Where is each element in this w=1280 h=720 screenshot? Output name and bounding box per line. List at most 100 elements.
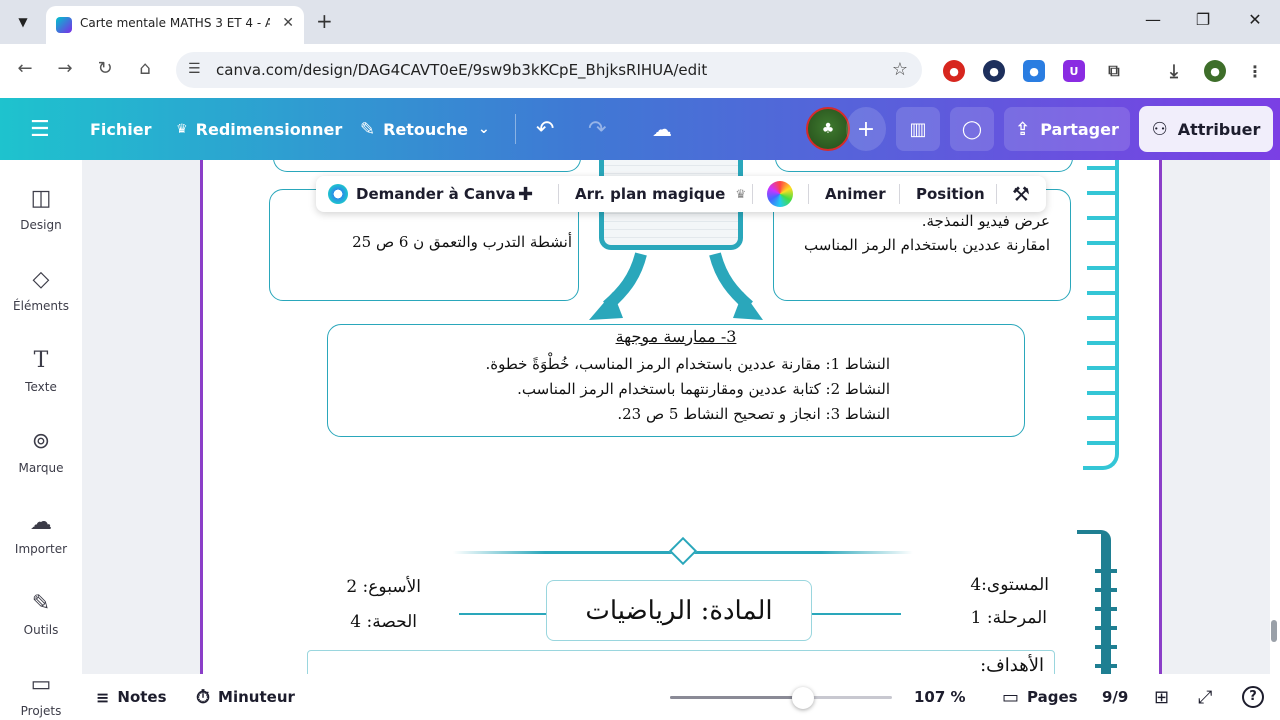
sidebar-item-tools[interactable]: ✎ Outils bbox=[0, 589, 82, 637]
profile-avatar-icon[interactable]: ● bbox=[1204, 60, 1226, 82]
extensions-puzzle-icon[interactable]: ⧉ bbox=[1103, 60, 1125, 82]
back-arrow-icon[interactable]: ← bbox=[12, 58, 38, 79]
sidebar-item-elements[interactable]: ◇ Éléments bbox=[0, 265, 82, 313]
canvas-area: أنشطة التدرب والتعمق ن 6 ص 25 عرض فيديو … bbox=[82, 160, 1270, 680]
shapes-icon: ◇ bbox=[32, 267, 50, 292]
subject-box[interactable]: المادة: الرياضيات bbox=[546, 580, 812, 641]
bottom-bar: ≡ Notes ⏱ Minuteur 107 % ▭ Pages 9/9 ⊞ ⤢… bbox=[82, 674, 1280, 720]
add-collaborator-plus-icon[interactable]: + bbox=[846, 107, 886, 151]
url-bar[interactable]: ☰ canva.com/design/DAG4CAVT0eE/9sw9b3kKC… bbox=[176, 52, 922, 88]
adblock-extension-icon[interactable]: ● bbox=[943, 60, 965, 82]
resize-label: Redimensionner bbox=[195, 119, 343, 139]
extension-shield-icon[interactable]: ● bbox=[983, 60, 1005, 82]
timer-button[interactable]: ⏱ Minuteur bbox=[196, 674, 295, 720]
toolbar-divider bbox=[752, 184, 753, 204]
ask-canva-label: Demander à Canva bbox=[356, 185, 516, 203]
zoom-slider-handle[interactable] bbox=[792, 687, 815, 709]
url-text[interactable]: canva.com/design/DAG4CAVT0eE/9sw9b3kKCpE… bbox=[216, 61, 707, 79]
toolbar-divider bbox=[996, 184, 997, 204]
pages-button[interactable]: ▭ Pages bbox=[1002, 674, 1078, 720]
browser-address-bar: ← → ↻ ⌂ ☰ canva.com/design/DAG4CAVT0eE/9… bbox=[0, 44, 1280, 98]
week-text: الأسبوع: 2 bbox=[346, 577, 421, 597]
magic-background-button[interactable]: Arr. plan magique ♛ bbox=[575, 176, 746, 212]
minimize-icon[interactable]: — bbox=[1138, 10, 1168, 29]
pages-icon: ▭ bbox=[1002, 686, 1020, 708]
close-window-icon[interactable]: ✕ bbox=[1240, 10, 1270, 29]
sidebar-item-brand[interactable]: ⊚ Marque bbox=[0, 427, 82, 475]
forward-arrow-icon[interactable]: → bbox=[52, 58, 78, 79]
color-wheel-icon bbox=[767, 181, 793, 207]
reload-icon[interactable]: ↻ bbox=[92, 58, 118, 79]
guided-practice-title: 3- ممارسة موجهة bbox=[615, 327, 737, 346]
modeling-line-2: امقارنة عددين باستخدام الرمز المناسب bbox=[804, 236, 1050, 254]
tools-icon: ✎ bbox=[31, 591, 51, 616]
comments-icon[interactable]: ◯ bbox=[950, 107, 994, 151]
sidebar-item-design[interactable]: ◫ Design bbox=[0, 184, 82, 232]
pencil-icon: ✎ bbox=[360, 118, 376, 140]
magic-background-label: Arr. plan magique bbox=[575, 185, 726, 203]
design-page[interactable]: أنشطة التدرب والتعمق ن 6 ص 25 عرض فيديو … bbox=[200, 160, 1162, 680]
sidebar-item-label: Texte bbox=[25, 380, 57, 394]
toolbar-divider bbox=[558, 184, 559, 204]
new-tab-plus-icon[interactable]: + bbox=[316, 10, 333, 32]
help-button[interactable]: ? bbox=[1242, 674, 1264, 720]
sidebar-item-upload[interactable]: ☁ Importer bbox=[0, 508, 82, 556]
home-icon[interactable]: ⌂ bbox=[132, 58, 158, 79]
sidebar-item-label: Éléments bbox=[13, 299, 69, 313]
arrows-graphic[interactable] bbox=[583, 248, 783, 328]
guided-practice-box[interactable]: 3- ممارسة موجهة النشاط 1: مقارنة عددين ب… bbox=[327, 324, 1025, 437]
toolbar-divider bbox=[899, 184, 900, 204]
crown-icon: ♛ bbox=[176, 121, 188, 137]
edit-mode-button[interactable]: ✎ Retouche ⌄ bbox=[360, 98, 490, 160]
ask-canva-button[interactable]: Demander à Canva bbox=[328, 176, 516, 212]
page-count[interactable]: 9/9 bbox=[1102, 674, 1128, 720]
user-avatar[interactable]: ♣ bbox=[806, 107, 850, 151]
header-divider bbox=[515, 114, 516, 144]
undo-icon[interactable]: ↶ bbox=[536, 98, 554, 160]
ornament-diamond bbox=[668, 536, 698, 566]
tab-list-chevron-icon[interactable]: ▼ bbox=[10, 9, 36, 35]
resize-button[interactable]: ♛ Redimensionner bbox=[176, 98, 342, 160]
sidebar-item-label: Importer bbox=[14, 542, 68, 556]
extension-record-icon[interactable]: ● bbox=[1023, 60, 1045, 82]
notes-button[interactable]: ≡ Notes bbox=[96, 674, 167, 720]
downloads-icon[interactable]: ⤓ bbox=[1163, 60, 1185, 82]
bookmark-star-icon[interactable]: ☆ bbox=[892, 59, 908, 80]
level-text: المستوى:4 bbox=[970, 575, 1049, 595]
crown-icon: ♛ bbox=[735, 187, 747, 201]
cloud-saved-icon[interactable]: ☁ bbox=[652, 98, 672, 160]
color-picker-button[interactable] bbox=[767, 176, 793, 212]
top-left-box-remnant bbox=[273, 160, 581, 172]
browser-tab[interactable]: Carte mentale MATHS 3 ET 4 - A4 ✕ bbox=[46, 6, 304, 44]
file-menu-button[interactable]: Fichier bbox=[90, 98, 152, 160]
sidebar-item-text[interactable]: T Texte bbox=[0, 346, 82, 394]
browser-menu-icon[interactable]: ⋮ bbox=[1244, 60, 1266, 82]
site-info-icon[interactable]: ☰ bbox=[188, 61, 201, 77]
animate-button[interactable]: Animer bbox=[825, 176, 886, 212]
zoom-slider-fill bbox=[670, 696, 804, 699]
insights-chart-icon[interactable]: ▥ bbox=[896, 107, 940, 151]
extension-u-icon[interactable]: U bbox=[1063, 60, 1085, 82]
top-right-box-remnant bbox=[775, 160, 1073, 172]
redo-icon[interactable]: ↷ bbox=[588, 98, 606, 160]
vertical-scrollbar-thumb[interactable] bbox=[1271, 620, 1277, 642]
main-menu-icon[interactable]: ☰ bbox=[30, 98, 50, 160]
zoom-slider[interactable] bbox=[670, 687, 892, 709]
assign-button[interactable]: ⚇ Attribuer bbox=[1139, 106, 1273, 152]
guided-activity-1: النشاط 1: مقارنة عددين باستخدام الرمز ال… bbox=[485, 355, 890, 373]
restore-icon[interactable]: ❐ bbox=[1188, 10, 1218, 29]
share-button[interactable]: ⇪ Partager bbox=[1004, 107, 1130, 151]
paint-roller-icon[interactable]: ⚒ bbox=[1012, 176, 1030, 212]
grid-view-icon[interactable]: ⊞ bbox=[1154, 674, 1169, 720]
tab-close-icon[interactable]: ✕ bbox=[282, 15, 294, 31]
position-button[interactable]: Position bbox=[916, 176, 985, 212]
sidebar-item-projects[interactable]: ▭ Projets bbox=[0, 670, 82, 718]
help-icon: ? bbox=[1242, 686, 1264, 708]
share-label: Partager bbox=[1040, 119, 1119, 139]
zoom-level[interactable]: 107 % bbox=[914, 674, 966, 720]
assign-users-icon: ⚇ bbox=[1151, 118, 1168, 140]
fullscreen-icon[interactable]: ⤢ bbox=[1198, 674, 1212, 720]
add-comment-icon[interactable]: ✚ bbox=[518, 176, 533, 212]
canva-assistant-icon bbox=[328, 184, 348, 204]
session-text: الحصة: 4 bbox=[350, 612, 417, 632]
